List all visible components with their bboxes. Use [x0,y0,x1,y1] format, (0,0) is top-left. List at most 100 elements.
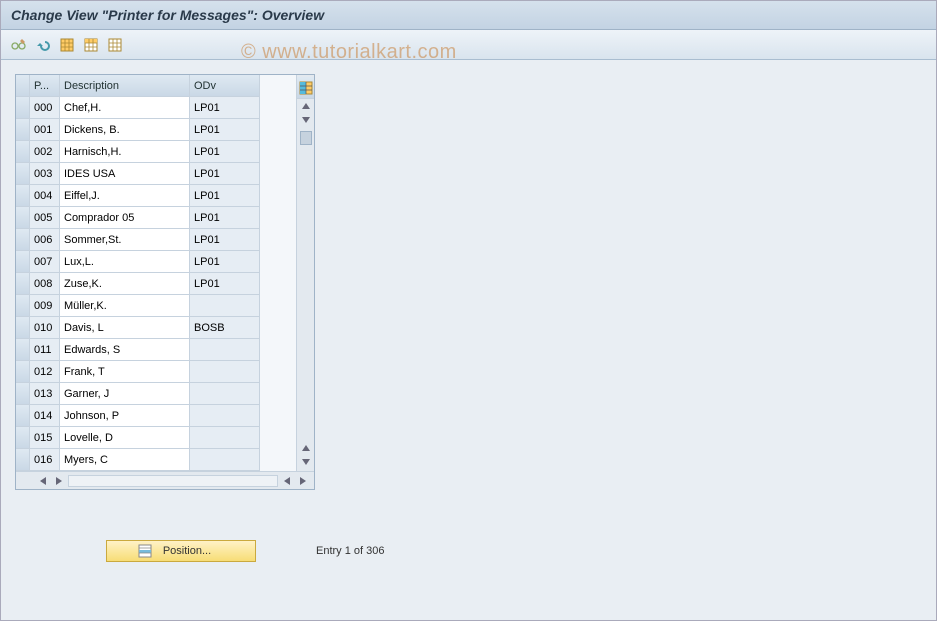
row-selector[interactable] [16,449,30,471]
cell-p[interactable]: 010 [30,317,60,339]
cell-p[interactable]: 012 [30,361,60,383]
row-selector[interactable] [16,141,30,163]
column-header-description[interactable]: Description [60,75,190,97]
cell-p[interactable]: 004 [30,185,60,207]
row-selector[interactable] [16,317,30,339]
cell-odv[interactable] [190,361,260,383]
cell-description[interactable]: Dickens, B. [60,119,190,141]
table-row[interactable]: 001Dickens, B.LP01 [16,119,296,141]
cell-description[interactable]: Lovelle, D [60,427,190,449]
cell-p[interactable]: 001 [30,119,60,141]
row-selector[interactable] [16,229,30,251]
cell-odv[interactable]: LP01 [190,119,260,141]
table-row[interactable]: 002Harnisch,H.LP01 [16,141,296,163]
table-row[interactable]: 011Edwards, S [16,339,296,361]
cell-odv[interactable]: LP01 [190,141,260,163]
table-row[interactable]: 005Comprador 05LP01 [16,207,296,229]
cell-description[interactable]: Harnisch,H. [60,141,190,163]
table-settings-icon[interactable] [299,81,313,95]
cell-p[interactable]: 003 [30,163,60,185]
cell-odv[interactable]: LP01 [190,251,260,273]
cell-odv[interactable] [190,339,260,361]
cell-odv[interactable]: LP01 [190,273,260,295]
select-all-column-header[interactable] [16,75,30,97]
column-header-odv[interactable]: ODv [190,75,260,97]
position-button[interactable]: Position... [106,540,256,562]
column-header-p[interactable]: P... [30,75,60,97]
cell-p[interactable]: 015 [30,427,60,449]
cell-p[interactable]: 002 [30,141,60,163]
cell-description[interactable]: Johnson, P [60,405,190,427]
table-row[interactable]: 013Garner, J [16,383,296,405]
scroll-down-end-icon[interactable] [299,455,313,469]
cell-odv[interactable]: LP01 [190,97,260,119]
cell-p[interactable]: 006 [30,229,60,251]
scroll-right-end-icon[interactable] [296,474,310,488]
vertical-scrollbar[interactable] [296,75,314,471]
deselect-all-button[interactable] [105,35,125,55]
row-selector[interactable] [16,383,30,405]
cell-odv[interactable] [190,405,260,427]
scroll-left-icon[interactable] [36,474,50,488]
cell-description[interactable]: Garner, J [60,383,190,405]
row-selector[interactable] [16,339,30,361]
scroll-right-icon[interactable] [52,474,66,488]
scroll-down-icon[interactable] [299,113,313,127]
cell-p[interactable]: 007 [30,251,60,273]
table-row[interactable]: 008Zuse,K.LP01 [16,273,296,295]
cell-description[interactable]: Chef,H. [60,97,190,119]
cell-description[interactable]: Eiffel,J. [60,185,190,207]
row-selector[interactable] [16,185,30,207]
cell-odv[interactable]: LP01 [190,163,260,185]
horizontal-scrollbar[interactable] [16,471,314,489]
cell-p[interactable]: 005 [30,207,60,229]
cell-odv[interactable]: BOSB [190,317,260,339]
hscroll-track[interactable] [68,475,278,487]
cell-description[interactable]: Frank, T [60,361,190,383]
row-selector[interactable] [16,405,30,427]
table-row[interactable]: 000Chef,H.LP01 [16,97,296,119]
cell-odv[interactable]: LP01 [190,185,260,207]
cell-p[interactable]: 000 [30,97,60,119]
row-selector[interactable] [16,119,30,141]
cell-description[interactable]: Edwards, S [60,339,190,361]
cell-p[interactable]: 009 [30,295,60,317]
table-row[interactable]: 010Davis, LBOSB [16,317,296,339]
cell-p[interactable]: 016 [30,449,60,471]
cell-description[interactable]: Comprador 05 [60,207,190,229]
scrollbar-thumb[interactable] [300,131,312,145]
table-row[interactable]: 014Johnson, P [16,405,296,427]
scroll-left-end-icon[interactable] [280,474,294,488]
cell-p[interactable]: 014 [30,405,60,427]
scroll-up-end-icon[interactable] [299,441,313,455]
table-row[interactable]: 006Sommer,St.LP01 [16,229,296,251]
row-selector[interactable] [16,295,30,317]
cell-odv[interactable] [190,449,260,471]
row-selector[interactable] [16,361,30,383]
select-block-button[interactable] [81,35,101,55]
cell-odv[interactable]: LP01 [190,229,260,251]
cell-p[interactable]: 011 [30,339,60,361]
table-row[interactable]: 016Myers, C [16,449,296,471]
cell-description[interactable]: Müller,K. [60,295,190,317]
row-selector[interactable] [16,251,30,273]
cell-p[interactable]: 013 [30,383,60,405]
table-row[interactable]: 012Frank, T [16,361,296,383]
row-selector[interactable] [16,273,30,295]
row-selector[interactable] [16,207,30,229]
cell-description[interactable]: Davis, L [60,317,190,339]
table-row[interactable]: 009Müller,K. [16,295,296,317]
cell-description[interactable]: Sommer,St. [60,229,190,251]
cell-description[interactable]: IDES USA [60,163,190,185]
cell-description[interactable]: Zuse,K. [60,273,190,295]
row-selector[interactable] [16,97,30,119]
select-all-button[interactable] [57,35,77,55]
scroll-up-icon[interactable] [299,99,313,113]
row-selector[interactable] [16,163,30,185]
table-row[interactable]: 004Eiffel,J.LP01 [16,185,296,207]
table-row[interactable]: 003IDES USALP01 [16,163,296,185]
cell-odv[interactable] [190,295,260,317]
cell-odv[interactable] [190,383,260,405]
table-row[interactable]: 015Lovelle, D [16,427,296,449]
cell-description[interactable]: Lux,L. [60,251,190,273]
